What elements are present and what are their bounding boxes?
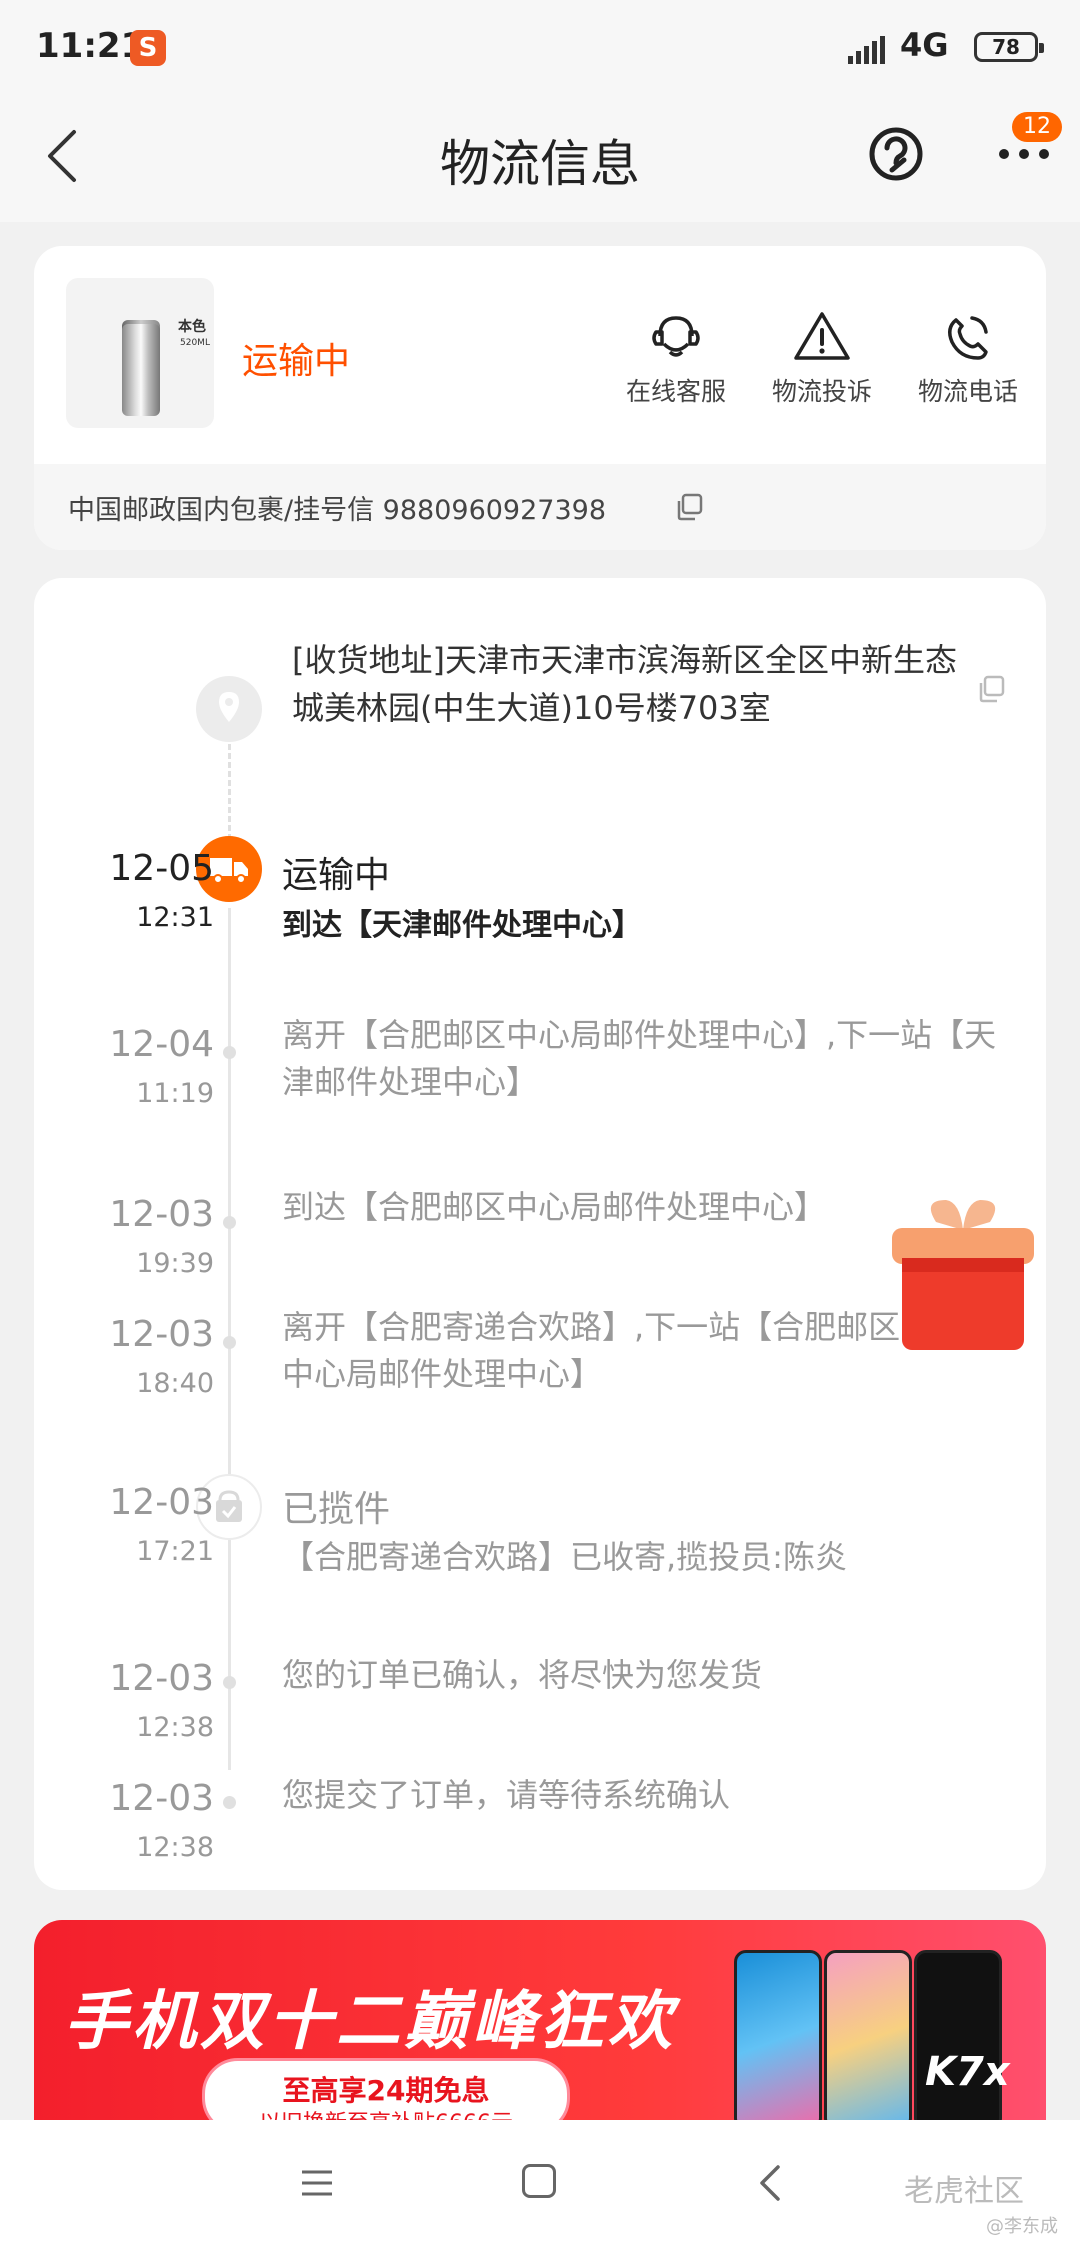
menu-icon[interactable] xyxy=(300,2168,334,2198)
timeline-text: 离开【合肥寄递合欢路】,下一站【合肥邮区中心局邮件处理中心】 xyxy=(282,1308,901,1393)
location-pin-icon xyxy=(219,692,239,722)
copy-icon[interactable] xyxy=(674,492,704,522)
home-icon[interactable] xyxy=(522,2164,556,2198)
timeline-time: 12:38 xyxy=(136,1712,214,1743)
delivery-address: [收货地址]天津市天津市滨海新区全区中新生态城美林园(中生大道)10号楼703室 xyxy=(292,641,957,727)
timeline-text: 您提交了订单，请等待系统确认 xyxy=(282,1776,731,1814)
timeline-time: 11:19 xyxy=(136,1078,214,1109)
timeline-time: 12:38 xyxy=(136,1832,214,1863)
thumb-color-label: 本色 xyxy=(178,319,206,335)
timeline-dot xyxy=(223,1336,236,1349)
phone-image xyxy=(734,1950,822,2120)
system-nav-bar: 老虎社区 @李东成 xyxy=(0,2120,1080,2248)
status-bar: 11:21 S 4G 78 xyxy=(0,0,1080,96)
help-icon[interactable] xyxy=(866,124,926,184)
customer-service-button[interactable]: 在线客服 xyxy=(606,308,746,408)
product-thumbnail[interactable]: 本色 520ML xyxy=(66,278,214,428)
logistics-phone-label: 物流电话 xyxy=(917,377,1018,406)
address-pin xyxy=(196,676,262,742)
gift-icon[interactable] xyxy=(888,1192,1038,1360)
shipping-status: 运输中 xyxy=(242,341,351,382)
timeline-text: 您的订单已确认，将尽快为您发货 xyxy=(282,1656,763,1694)
complaint-button[interactable]: 物流投诉 xyxy=(752,308,892,408)
timeline-dot xyxy=(223,1216,236,1229)
tracking-bar: 中国邮政国内包裹/挂号信 9880960927398 xyxy=(34,464,1046,550)
customer-service-label: 在线客服 xyxy=(625,377,726,406)
timeline-dashed-line xyxy=(228,744,231,840)
timeline-status-title: 已揽件 xyxy=(282,1489,391,1530)
banner-offer-subtext: 以旧换新至高补贴6666元 xyxy=(205,2105,567,2120)
phone-icon xyxy=(948,316,988,360)
watermark-author: @李东成 xyxy=(986,2216,1058,2237)
timeline-date: 12-05 xyxy=(109,848,214,889)
promo-banner[interactable]: 手机双十二巅峰狂欢 至高享24期免息 以旧换新至高补贴6666元 K7x xyxy=(34,1920,1046,2120)
timeline-date: 12-03 xyxy=(109,1778,214,1819)
banner-offer-pill: 至高享24期免息 以旧换新至高补贴6666元 xyxy=(202,2058,570,2120)
watermark-text: 老虎社区 xyxy=(904,2174,1024,2209)
timeline-time: 19:39 xyxy=(136,1248,214,1279)
package-card: 本色 520ML 运输中 在线客服 物流投诉 物流电话 中国邮政国内包裹/挂号信… xyxy=(34,246,1046,550)
more-badge: 12 xyxy=(1012,112,1062,142)
timeline-time: 12:31 xyxy=(136,902,214,933)
timeline-dot xyxy=(223,1046,236,1059)
app-notification-icon: S xyxy=(130,30,166,66)
signal-icon xyxy=(848,36,885,64)
phone-image xyxy=(824,1950,912,2120)
thumb-capacity-label: 520ML xyxy=(180,338,210,348)
timeline-date: 12-03 xyxy=(109,1194,214,1235)
timeline-date: 12-03 xyxy=(109,1314,214,1355)
status-time: 11:21 xyxy=(36,26,145,66)
phone-model-text: K7x xyxy=(925,2049,1010,2095)
warning-icon xyxy=(794,312,850,360)
banner-title: 手机双十二巅峰狂欢 xyxy=(64,1985,676,2059)
timeline-text: 离开【合肥邮区中心局邮件处理中心】,下一站【天津邮件处理中心】 xyxy=(282,1016,997,1101)
timeline-dot xyxy=(223,1796,236,1809)
battery-icon: 78 xyxy=(974,32,1044,62)
banner-offer-text: 至高享24期免息 xyxy=(282,2074,490,2107)
complaint-label: 物流投诉 xyxy=(771,377,872,406)
tracking-number: 中国邮政国内包裹/挂号信 9880960927398 xyxy=(68,495,606,526)
timeline-status-title: 运输中 xyxy=(282,855,391,896)
logistics-phone-button[interactable]: 物流电话 xyxy=(898,308,1038,408)
customer-service-icon xyxy=(652,316,700,357)
timeline-date: 12-03 xyxy=(109,1658,214,1699)
timeline-text: 到达【天津邮件处理中心】 xyxy=(282,908,642,943)
timeline-time: 17:21 xyxy=(136,1536,214,1567)
copy-address-icon[interactable] xyxy=(976,674,1006,704)
network-type: 4G xyxy=(900,26,949,64)
phone-image: K7x xyxy=(914,1950,1010,2120)
timeline-time: 18:40 xyxy=(136,1368,214,1399)
timeline-text: 【合肥寄递合欢路】已收寄,揽投员:陈炎 xyxy=(282,1538,847,1576)
timeline-date: 12-03 xyxy=(109,1482,214,1523)
timeline-dot xyxy=(223,1676,236,1689)
system-back-icon[interactable] xyxy=(754,2164,784,2202)
nav-header: 物流信息 12 xyxy=(0,96,1080,222)
bottle-shape xyxy=(122,324,160,416)
timeline-date: 12-04 xyxy=(109,1024,214,1065)
